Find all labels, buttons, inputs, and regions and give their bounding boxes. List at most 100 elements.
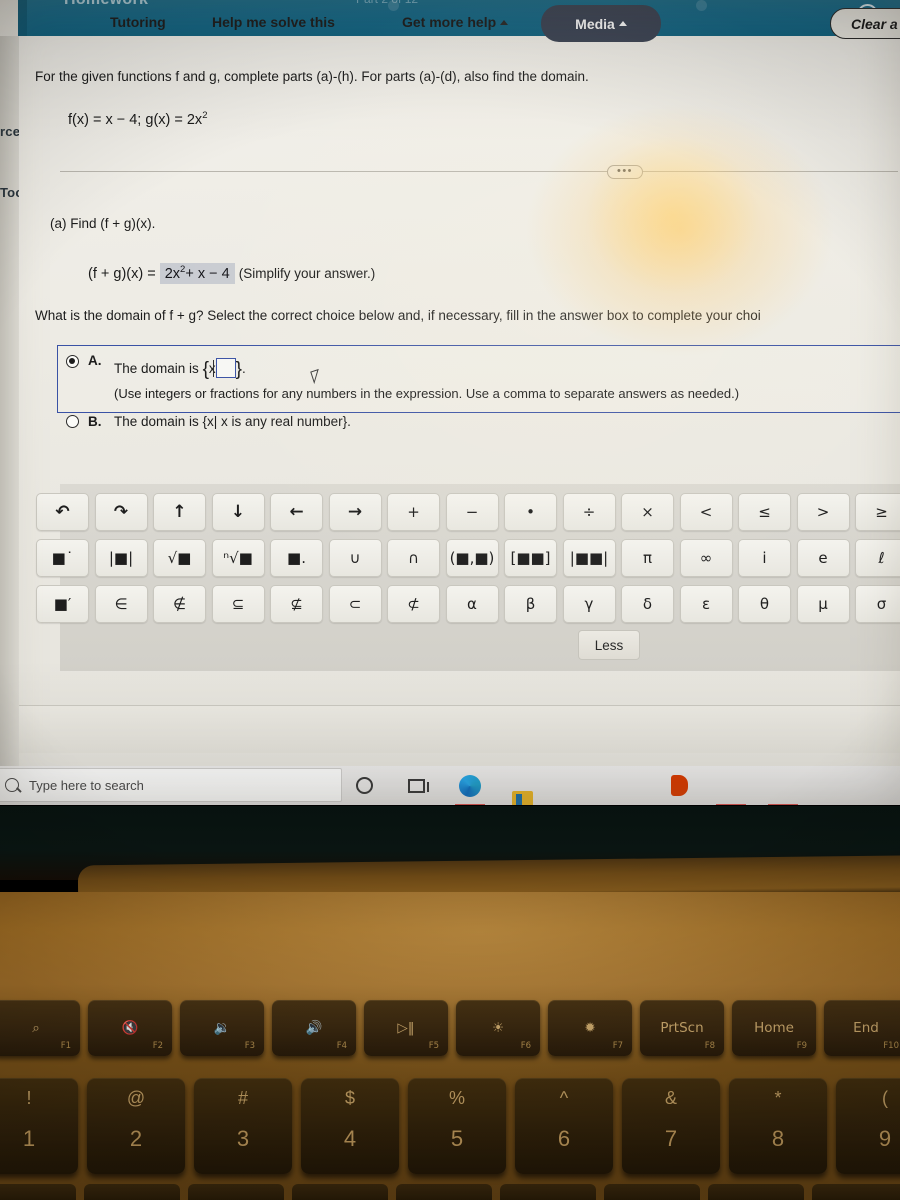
task-view-icon[interactable]	[408, 779, 429, 793]
intersection-key[interactable]: ∩	[387, 539, 440, 577]
answer-field-value[interactable]: 2x2+ x − 4	[159, 263, 235, 284]
clear-all-button[interactable]: Clear a	[830, 8, 900, 39]
arrow-right-icon[interactable]: →	[328, 493, 382, 531]
keyboard-row-stub[interactable]	[84, 1184, 180, 1200]
tutoring-button[interactable]: Tutoring	[110, 14, 166, 30]
keyboard-row-stub[interactable]	[708, 1184, 804, 1200]
prime-key[interactable]: ■′	[36, 585, 89, 623]
keyboard-row-stub[interactable]	[604, 1184, 700, 1200]
more-options-icon[interactable]: •••	[607, 165, 643, 179]
play-pause-key[interactable]: ▷‖ F5	[364, 1000, 448, 1056]
subset-key[interactable]: ⊂	[328, 585, 382, 623]
subset-equal-key[interactable]: ⊆	[211, 585, 265, 623]
alpha-key[interactable]: α	[445, 585, 499, 623]
plus-key-glyph: +	[407, 503, 420, 521]
not-subset-equal-key[interactable]: ⊈	[270, 585, 323, 623]
beta-key[interactable]: β	[504, 585, 557, 623]
search-input[interactable]: Type here to search	[0, 768, 342, 802]
get-more-help-button[interactable]: Get more help	[402, 14, 509, 30]
keyboard-row-stub[interactable]	[500, 1184, 596, 1200]
key-7[interactable]: & 7	[622, 1078, 720, 1174]
volume-down-key[interactable]: 🔉 F3	[180, 1000, 264, 1056]
superscript-key[interactable]: ■˙	[36, 539, 89, 577]
palette-row-1: ↶ ↷ ↑ ↓ ← → + − • ÷ × < ≤ > ≥	[36, 493, 900, 531]
microsoft-edge-icon[interactable]	[459, 775, 481, 797]
less-equal-key[interactable]: ≤	[738, 493, 791, 531]
absolute-value-key[interactable]: |■|	[94, 539, 148, 577]
print-screen-key[interactable]: PrtScn F8	[640, 1000, 724, 1056]
help-me-solve-this-button[interactable]: Help me solve this	[212, 14, 335, 30]
key-1[interactable]: ! 1	[0, 1078, 78, 1174]
determinant-key[interactable]: |■■|	[562, 539, 616, 577]
matrix-bracket-key[interactable]: [■■]	[504, 539, 557, 577]
radio-choice-a[interactable]	[66, 355, 79, 368]
key-9[interactable]: (9	[836, 1078, 900, 1174]
key-2[interactable]: @2	[87, 1078, 185, 1174]
end-key[interactable]: End F10	[824, 1000, 900, 1056]
delta-key[interactable]: δ	[621, 585, 674, 623]
square-root-key[interactable]: √■	[153, 539, 206, 577]
part-a-label: (a) Find (f + g)(x).	[50, 216, 156, 231]
key-5[interactable]: % 5	[408, 1078, 506, 1174]
divide-key[interactable]: ÷	[562, 493, 616, 531]
less-button[interactable]: Less	[578, 630, 640, 660]
sigma-key-glyph: σ	[876, 595, 887, 613]
domain-answer-input[interactable]	[212, 358, 236, 378]
script-ell-key[interactable]: ℓ	[855, 539, 900, 577]
imaginary-i-key[interactable]: i	[738, 539, 791, 577]
radio-choice-b[interactable]	[66, 415, 79, 428]
home-key-glyph: Home	[754, 1020, 794, 1036]
redo-icon[interactable]: ↷	[94, 493, 148, 531]
volume-up-key[interactable]: 🔊 F4	[272, 1000, 356, 1056]
key-8[interactable]: * 8	[729, 1078, 827, 1174]
keyboard-row-stub[interactable]	[0, 1184, 76, 1200]
choice-a-letter: A.	[88, 353, 102, 368]
key-3[interactable]: #3	[194, 1078, 292, 1174]
times-key[interactable]: ×	[621, 493, 674, 531]
keyboard-row-stub[interactable]	[396, 1184, 492, 1200]
union-key[interactable]: ∪	[328, 539, 382, 577]
file-explorer-icon[interactable]	[512, 791, 533, 805]
greater-equal-key[interactable]: ≥	[855, 493, 900, 531]
arrow-down-icon[interactable]: ↓	[211, 493, 265, 531]
intersection-key-glyph: ∩	[408, 549, 419, 567]
key-6[interactable]: ^ 6	[515, 1078, 613, 1174]
element-of-key[interactable]: ∈	[94, 585, 148, 623]
arrow-left-icon[interactable]: ←	[270, 493, 323, 531]
theta-key[interactable]: θ	[738, 585, 791, 623]
sidebar-item-resources[interactable]: rce	[0, 124, 20, 139]
sigma-key[interactable]: σ	[855, 585, 900, 623]
brightness-up-key[interactable]: ✹ F7	[548, 1000, 632, 1056]
office-icon[interactable]	[671, 775, 688, 796]
redo-icon-glyph: ↷	[113, 502, 129, 522]
minus-key[interactable]: −	[445, 493, 499, 531]
epsilon-key[interactable]: ε	[679, 585, 733, 623]
key-4[interactable]: $4	[301, 1078, 399, 1174]
pi-key[interactable]: π	[621, 539, 674, 577]
interval-open-key[interactable]: (■,■)	[445, 539, 499, 577]
infinity-key[interactable]: ∞	[679, 539, 733, 577]
dot-multiply-key[interactable]: •	[504, 493, 557, 531]
home-key[interactable]: Home F9	[732, 1000, 816, 1056]
mute-key[interactable]: 🔇 F2	[88, 1000, 172, 1056]
section-divider	[60, 171, 898, 172]
cortana-icon[interactable]	[356, 777, 373, 794]
plus-key[interactable]: +	[387, 493, 440, 531]
gamma-key[interactable]: γ	[562, 585, 616, 623]
undo-icon[interactable]: ↶	[36, 493, 89, 531]
keyboard-row-stub[interactable]	[188, 1184, 284, 1200]
greater-than-key[interactable]: >	[796, 493, 850, 531]
media-button[interactable]: Media	[541, 5, 661, 42]
mu-key[interactable]: μ	[796, 585, 850, 623]
keyboard-row-stub[interactable]	[292, 1184, 388, 1200]
subscript-key[interactable]: ■.	[270, 539, 323, 577]
less-than-key[interactable]: <	[679, 493, 733, 531]
not-element-of-key[interactable]: ∉	[153, 585, 206, 623]
keyboard-row-stub[interactable]	[812, 1184, 900, 1200]
not-subset-key[interactable]: ⊄	[387, 585, 440, 623]
arrow-up-icon[interactable]: ↑	[153, 493, 206, 531]
euler-e-key[interactable]: e	[796, 539, 850, 577]
nth-root-key[interactable]: ⁿ√■	[211, 539, 265, 577]
search-key[interactable]: ⌕ F1	[0, 1000, 80, 1056]
brightness-down-key[interactable]: ☀ F6	[456, 1000, 540, 1056]
